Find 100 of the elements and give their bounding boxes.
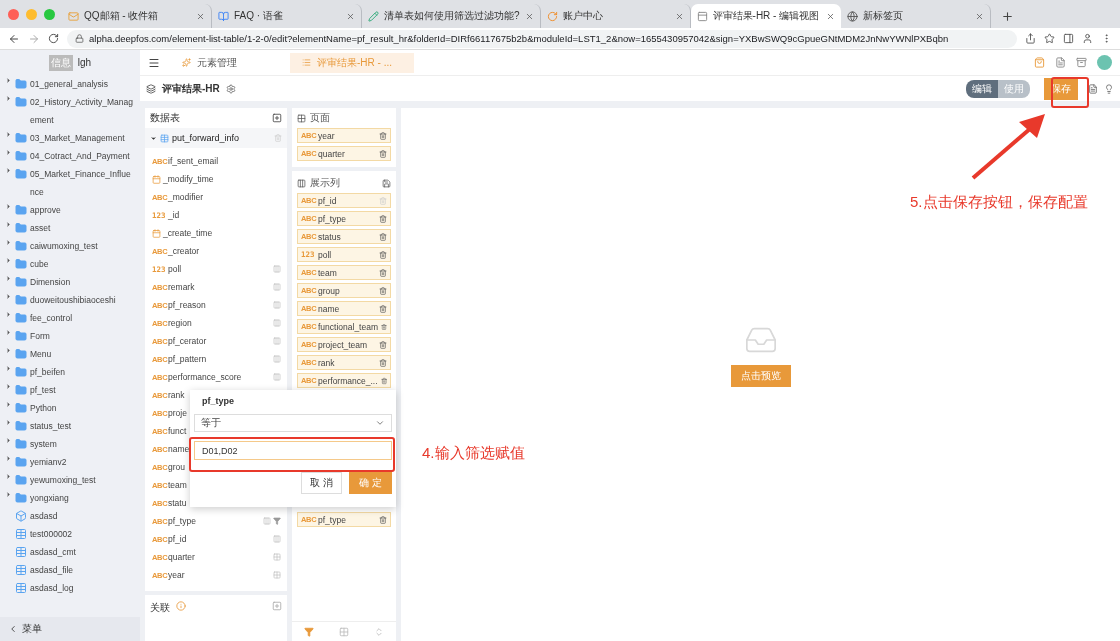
tree-item[interactable]: asset (30, 219, 135, 237)
trash-icon[interactable] (379, 250, 387, 259)
trash-icon[interactable] (379, 304, 387, 313)
tree-item[interactable]: asdasd_log (30, 579, 135, 597)
close-icon[interactable] (196, 11, 205, 21)
tree-item[interactable]: system (30, 435, 135, 453)
window-close-control[interactable] (8, 8, 19, 20)
close-icon[interactable] (825, 11, 835, 21)
tree-item[interactable]: cube (30, 255, 135, 273)
caret-icon[interactable] (5, 275, 12, 282)
tree-item[interactable]: duoweitoushibiaoceshi (30, 291, 135, 309)
tree-item[interactable]: caiwumoxing_test (30, 237, 135, 255)
caret-icon[interactable] (5, 257, 12, 264)
avatar[interactable] (1097, 55, 1112, 70)
tree-item[interactable]: approve (30, 201, 135, 219)
caret-icon[interactable] (5, 491, 12, 498)
caret-icon[interactable] (5, 473, 12, 480)
caret-icon[interactable] (5, 329, 12, 336)
caret-icon[interactable] (5, 383, 12, 390)
close-icon[interactable] (674, 11, 684, 21)
tree-item[interactable]: Python (30, 399, 135, 417)
archive-icon[interactable] (1076, 57, 1087, 68)
filter-icon[interactable] (304, 626, 315, 637)
add-icon[interactable] (272, 601, 282, 611)
table-node[interactable]: put_forward_info (145, 128, 287, 148)
caret-icon[interactable] (5, 437, 12, 444)
caret-icon[interactable] (150, 134, 157, 142)
tree-item[interactable]: pf_test (30, 381, 135, 399)
menu-toggle[interactable]: 菜单 (22, 622, 42, 636)
caret-icon[interactable] (5, 77, 12, 84)
tree-item[interactable]: asdasd_file (30, 561, 135, 579)
save-layout-icon[interactable] (382, 178, 391, 188)
mode-toggle[interactable]: 编辑 (966, 79, 998, 98)
field-item[interactable]: _modify_time (145, 170, 287, 188)
close-icon[interactable] (346, 11, 355, 21)
reload-icon[interactable] (48, 33, 59, 44)
caret-icon[interactable] (5, 95, 12, 102)
caret-icon[interactable] (5, 311, 12, 318)
trash-icon[interactable] (379, 149, 387, 158)
document-icon[interactable] (1088, 83, 1098, 94)
bag-icon[interactable] (1034, 57, 1045, 68)
tree-item[interactable]: fee_control (30, 309, 135, 327)
page-tab[interactable]: 元素管理 (170, 52, 280, 73)
add-icon[interactable] (272, 113, 282, 123)
caret-icon[interactable] (5, 293, 12, 300)
lightbulb-icon[interactable] (1104, 83, 1114, 94)
trash-icon[interactable] (379, 358, 387, 367)
trash-icon[interactable] (380, 376, 387, 385)
browser-tab[interactable]: 评审结果-HR - 编辑视图 (690, 4, 841, 28)
trash-icon[interactable] (379, 340, 387, 349)
trash-icon[interactable] (379, 268, 387, 277)
caret-icon[interactable] (5, 419, 12, 426)
tree-item[interactable]: status_test (30, 417, 135, 435)
operator-select[interactable]: 等于 (194, 414, 392, 432)
caret-icon[interactable] (5, 131, 12, 138)
tree-item[interactable]: yongxiang (30, 489, 135, 507)
tree-item[interactable]: asdasd_cmt (30, 543, 135, 561)
trash-icon[interactable] (379, 214, 387, 223)
caret-icon[interactable] (5, 167, 12, 174)
collapse-icon[interactable] (8, 624, 18, 634)
caret-icon[interactable] (5, 401, 12, 408)
trash-icon[interactable] (379, 515, 387, 524)
trash-icon[interactable] (379, 286, 387, 295)
tree-item[interactable]: asdasd (30, 507, 135, 525)
settings-icon[interactable] (225, 83, 236, 94)
tree-item[interactable]: Dimension (30, 273, 135, 291)
window-zoom-control[interactable] (44, 8, 55, 20)
value-input[interactable]: D01,D02 (194, 441, 392, 460)
close-icon[interactable] (974, 11, 984, 21)
trash-icon[interactable] (381, 322, 387, 331)
profile-icon[interactable] (1082, 33, 1093, 44)
tree-item[interactable]: test000002 (30, 525, 135, 543)
address-bar[interactable]: alpha.deepfos.com/element-list-table/1-2-0/edit?elementName=pf_result_hr&folderId=DIRf66117675b2b&moduleId=LST1_2&now=1655430957042&sign=YXBwSWQ9cGpueGNtMDM2JnNwYWNlPXBqbn (67, 29, 1017, 48)
tree-item[interactable]: Form (30, 327, 135, 345)
document-icon[interactable] (1055, 57, 1066, 68)
field-item[interactable]: _create_time (145, 224, 287, 242)
caret-icon[interactable] (5, 347, 12, 354)
tree-item[interactable]: yemianv2 (30, 453, 135, 471)
tree-item[interactable]: 02_History_Activity_Management (30, 93, 135, 129)
caret-icon[interactable] (5, 365, 12, 372)
share-icon[interactable] (1025, 33, 1036, 44)
trash-icon[interactable] (379, 131, 387, 140)
caret-icon[interactable] (5, 221, 12, 228)
cancel-button[interactable]: 取 消 (301, 472, 343, 494)
trash-icon[interactable] (379, 232, 387, 241)
side-panel-icon[interactable] (1063, 33, 1074, 44)
caret-icon[interactable] (5, 203, 12, 210)
star-icon[interactable] (1044, 33, 1055, 44)
tree-item[interactable]: 04_Cotract_And_Payment (30, 147, 135, 165)
close-icon[interactable] (524, 11, 534, 21)
new-tab-icon[interactable] (1000, 9, 1014, 23)
menu-icon[interactable] (148, 56, 160, 69)
caret-icon[interactable] (5, 149, 12, 156)
tree-item[interactable]: 01_general_analysis (30, 75, 135, 93)
tree-item[interactable]: 03_Market_Management (30, 129, 135, 147)
tree-item[interactable]: yewumoxing_test (30, 471, 135, 489)
tree-item[interactable]: Menu (30, 345, 135, 363)
caret-icon[interactable] (5, 455, 12, 462)
tree-item[interactable]: pf_beifen (30, 363, 135, 381)
back-icon[interactable] (8, 32, 20, 45)
